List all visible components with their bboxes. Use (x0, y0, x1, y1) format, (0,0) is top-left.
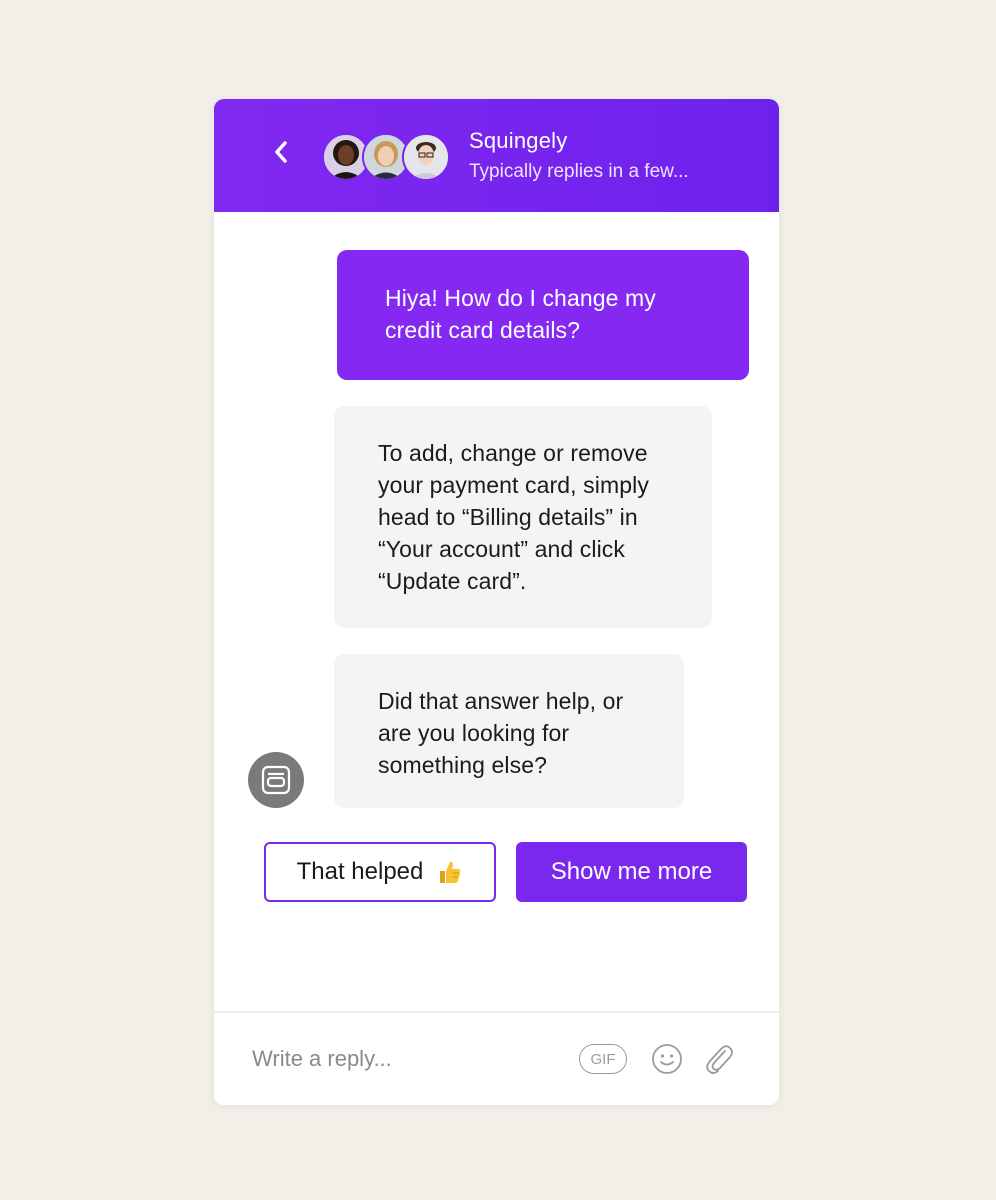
bot-message: Did that answer help, or are you looking… (334, 654, 684, 808)
that-helped-label: That helped (296, 858, 424, 885)
avatar (402, 133, 450, 181)
reply-time-status: Typically replies in a few... (469, 161, 689, 182)
back-button[interactable] (266, 135, 296, 169)
bot-avatar (248, 752, 304, 808)
bot-message: To add, change or remove your payment ca… (334, 406, 712, 628)
paperclip-icon (706, 1045, 733, 1074)
show-me-more-button[interactable]: Show me more (516, 842, 747, 902)
chevron-left-icon (275, 141, 287, 163)
team-name: Squingely (469, 128, 568, 153)
that-helped-button[interactable]: That helped (264, 842, 496, 902)
emoji-button[interactable] (651, 1043, 683, 1075)
chat-widget: Squingely Typically replies in a few... … (214, 99, 779, 1105)
team-avatars (322, 133, 452, 181)
gif-button[interactable]: GIF (579, 1044, 627, 1074)
chat-header: Squingely Typically replies in a few... (214, 99, 779, 212)
user-message: Hiya! How do I change my credit card det… (337, 250, 749, 380)
bot-icon (261, 765, 291, 795)
reply-input[interactable] (252, 1039, 552, 1079)
smiley-icon (652, 1044, 682, 1074)
attach-button[interactable] (703, 1042, 735, 1076)
reply-composer: GIF (214, 1011, 779, 1105)
thumbs-up-icon (435, 858, 463, 886)
